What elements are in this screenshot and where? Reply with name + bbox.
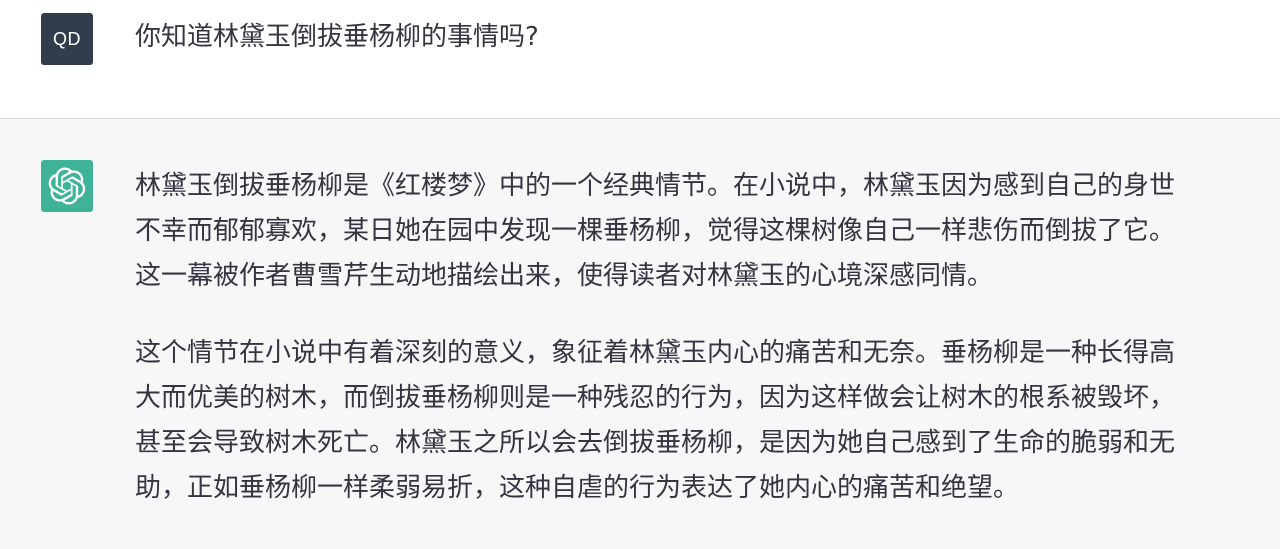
answer-line: 大而优美的树木，而倒拔垂杨柳则是一种残忍的行为，因为这样做会让树木的根系被毁坏， — [135, 383, 1176, 413]
user-avatar-initials: QD — [53, 28, 81, 49]
assistant-avatar — [41, 160, 93, 212]
assistant-answer: 林黛玉倒拔垂杨柳是《红楼梦》中的一个经典情节。在小说中，林黛玉因为感到自己的身世… — [135, 164, 1245, 511]
answer-line: 林黛玉倒拔垂杨柳是《红楼梦》中的一个经典情节。在小说中，林黛玉因为感到自己的身世 — [135, 171, 1176, 201]
assistant-message-row: 林黛玉倒拔垂杨柳是《红楼梦》中的一个经典情节。在小说中，林黛玉因为感到自己的身世… — [0, 118, 1280, 549]
answer-line: 甚至会导致树木死亡。林黛玉之所以会去倒拔垂杨柳，是因为她自己感到了生命的脆弱和无 — [135, 428, 1176, 458]
answer-paragraph-2: 这个情节在小说中有着深刻的意义，象征着林黛玉内心的痛苦和无奈。垂杨柳是一种长得高… — [135, 331, 1245, 511]
chat-conversation: QD 你知道林黛玉倒拔垂杨柳的事情吗? 林黛玉倒拔垂杨柳是《红楼梦》中的一个经典… — [0, 0, 1280, 549]
user-question: 你知道林黛玉倒拔垂杨柳的事情吗? — [135, 22, 539, 52]
user-message-row: QD 你知道林黛玉倒拔垂杨柳的事情吗? — [0, 0, 1280, 118]
user-avatar: QD — [41, 13, 93, 65]
answer-line: 不幸而郁郁寡欢，某日她在园中发现一棵垂杨柳，觉得这棵树像自己一样悲伤而倒拔了它。 — [135, 216, 1176, 246]
answer-line: 这一幕被作者曹雪芹生动地描绘出来，使得读者对林黛玉的心境深感同情。 — [135, 261, 994, 291]
answer-paragraph-1: 林黛玉倒拔垂杨柳是《红楼梦》中的一个经典情节。在小说中，林黛玉因为感到自己的身世… — [135, 164, 1245, 299]
answer-line: 这个情节在小说中有着深刻的意义，象征着林黛玉内心的痛苦和无奈。垂杨柳是一种长得高 — [135, 338, 1176, 368]
openai-logo-icon — [48, 167, 86, 205]
answer-line: 助，正如垂杨柳一样柔弱易折，这种自虐的行为表达了她内心的痛苦和绝望。 — [135, 473, 1020, 503]
